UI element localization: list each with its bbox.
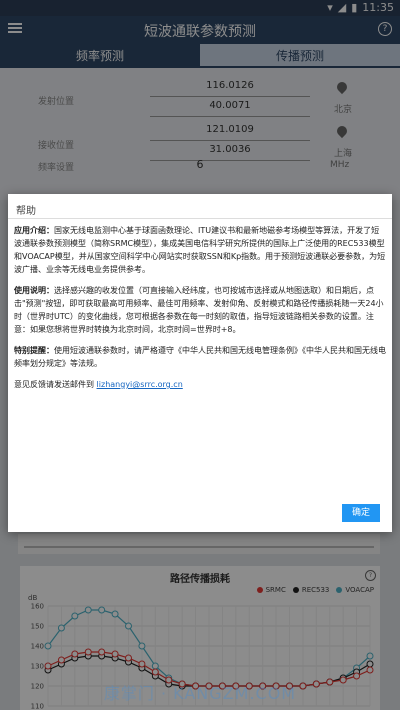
dialog-divider	[8, 218, 392, 219]
usage-label: 使用说明：	[14, 286, 54, 295]
dialog-title: 帮助	[16, 206, 36, 217]
feedback-text: 意见反馈请发送邮件到	[14, 380, 94, 389]
notice-paragraph: 特别提醒：使用短波通联参数时，请严格遵守《中华人民共和国无线电管理条例》《中华人…	[14, 344, 386, 370]
help-dialog: 帮助 应用介绍：国家无线电监测中心基于球面函数理论、ITU建议书和最新地磁参考场…	[8, 194, 392, 532]
usage-paragraph: 使用说明：选择感兴趣的收发位置（可直接输入经纬度，也可按城市选择或从地图选取）和…	[14, 284, 386, 336]
notice-text: 使用短波通联参数时，请严格遵守《中华人民共和国无线电管理条例》《中华人民共和国无…	[14, 346, 386, 368]
watermark: 康掌门 · KANGZM.COM	[103, 684, 297, 703]
usage-text: 选择感兴趣的收发位置（可直接输入经纬度，也可按城市选择或从地图选取）和日期后，点…	[14, 286, 384, 334]
intro-label: 应用介绍：	[14, 226, 54, 235]
notice-label: 特别提醒：	[14, 346, 54, 355]
feedback-email-link[interactable]: lizhangyi@srrc.org.cn	[97, 380, 183, 389]
ok-button[interactable]: 确定	[342, 504, 380, 522]
intro-text: 国家无线电监测中心基于球面函数理论、ITU建议书和最新地磁参考场模型等算法，开发…	[14, 226, 386, 274]
intro-paragraph: 应用介绍：国家无线电监测中心基于球面函数理论、ITU建议书和最新地磁参考场模型等…	[14, 224, 386, 276]
dialog-body: 应用介绍：国家无线电监测中心基于球面函数理论、ITU建议书和最新地磁参考场模型等…	[14, 224, 386, 399]
feedback-paragraph: 意见反馈请发送邮件到 lizhangyi@srrc.org.cn	[14, 378, 386, 391]
